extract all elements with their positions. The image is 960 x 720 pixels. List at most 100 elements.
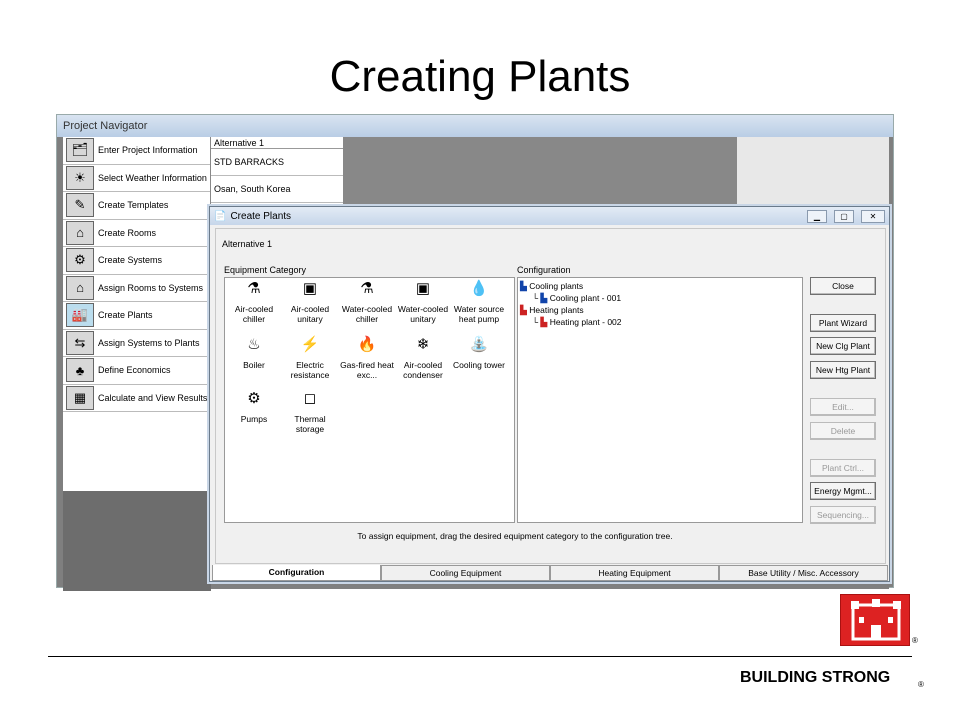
heating-plant-icon: ▙ bbox=[520, 305, 527, 315]
boiler-icon: ♨ bbox=[247, 336, 261, 353]
slide-title: Creating Plants bbox=[329, 52, 631, 101]
equipment-label: Electric resistance bbox=[290, 360, 330, 380]
drag-hint: To assign equipment, drag the desired eq… bbox=[357, 531, 673, 541]
equipment-water-cooled-chiller[interactable]: ⚗ Water-cooled chiller bbox=[338, 280, 396, 324]
footer-tagline: BUILDING STRONG bbox=[740, 669, 891, 686]
nav-item-calculate-results[interactable]: ▦ Calculate and View Results bbox=[63, 385, 210, 412]
configuration-tree: ▙ Cooling plants └ ▙ Cooling plant - 001… bbox=[517, 277, 803, 523]
equipment-air-cooled-chiller[interactable]: ⚗ Air-cooled chiller bbox=[225, 280, 283, 324]
tree-node-heating-plant-002[interactable]: └ ▙ Heating plant - 002 bbox=[520, 316, 802, 328]
nav-item-create-systems[interactable]: ⚙ Create Systems bbox=[63, 247, 210, 275]
cooling-plant-icon: ▙ bbox=[520, 281, 527, 291]
nav-item-define-economics[interactable]: ♣ Define Economics bbox=[63, 357, 210, 385]
plant-ctrl-button[interactable]: Plant Ctrl... bbox=[810, 459, 876, 477]
tree-icon: ♣ bbox=[66, 358, 94, 383]
plant-wizard-button[interactable]: Plant Wizard bbox=[810, 314, 876, 332]
castle-logo bbox=[840, 594, 910, 646]
navigator-right-area bbox=[737, 137, 889, 205]
registered-mark: ® bbox=[912, 636, 918, 645]
nav-item-select-weather[interactable]: ☀ Select Weather Information bbox=[63, 165, 210, 192]
alternative-header: Alternative 1 bbox=[211, 137, 343, 149]
equipment-boiler[interactable]: ♨ Boiler bbox=[225, 336, 283, 370]
water-cooled-unitary-icon: ▣ bbox=[415, 280, 431, 297]
condenser-icon: ❄ bbox=[416, 336, 430, 353]
configuration-label: Configuration bbox=[517, 265, 571, 275]
equipment-pumps[interactable]: ⚙ Pumps bbox=[225, 390, 283, 424]
pump-icon: ⚙ bbox=[247, 390, 261, 407]
weather-icon: ☀ bbox=[66, 165, 94, 190]
electric-icon: ⚡ bbox=[300, 336, 320, 353]
tab-configuration[interactable]: Configuration bbox=[212, 565, 381, 581]
new-clg-plant-button[interactable]: New Clg Plant bbox=[810, 337, 876, 355]
edit-button[interactable]: Edit... bbox=[810, 398, 876, 416]
tab-base-utility[interactable]: Base Utility / Misc. Accessory bbox=[719, 565, 888, 581]
project-navigator-title: Project Navigator bbox=[57, 115, 893, 137]
equipment-label: Air-cooled condenser bbox=[403, 360, 443, 380]
equipment-label: Cooling tower bbox=[453, 360, 505, 370]
nav-item-label: Assign Systems to Plants bbox=[98, 337, 200, 348]
alternative-weather-value[interactable]: Osan, South Korea bbox=[211, 176, 343, 203]
tree-node-cooling-plants[interactable]: ▙ Cooling plants bbox=[520, 280, 802, 292]
tree-label: Cooling plant - 001 bbox=[549, 293, 622, 303]
equipment-cooling-tower[interactable]: ⛲ Cooling tower bbox=[450, 336, 508, 370]
equipment-water-cooled-unitary[interactable]: ▣ Water-cooled unitary bbox=[394, 280, 452, 324]
nav-item-label: Enter Project Information bbox=[98, 145, 198, 156]
folder-icon: 🗂 bbox=[66, 138, 94, 163]
dialog-titlebar: 📄 Create Plants ▁ ▢ ✕ bbox=[210, 207, 889, 225]
nav-item-create-rooms[interactable]: ⌂ Create Rooms bbox=[63, 220, 210, 247]
nav-item-create-templates[interactable]: ✎ Create Templates bbox=[63, 192, 210, 220]
close-button[interactable]: Close bbox=[810, 277, 876, 295]
navigator-empty-area bbox=[343, 137, 737, 205]
water-cooled-chiller-icon: ⚗ bbox=[360, 280, 374, 297]
footer-divider bbox=[48, 656, 912, 657]
energy-mgmt-button[interactable]: Energy Mgmt... bbox=[810, 482, 876, 500]
tab-heating-equipment[interactable]: Heating Equipment bbox=[550, 565, 719, 581]
equipment-label: Gas-fired heat exc... bbox=[340, 360, 394, 380]
equipment-air-cooled-condenser[interactable]: ❄ Air-cooled condenser bbox=[394, 336, 452, 380]
new-htg-plant-button[interactable]: New Htg Plant bbox=[810, 361, 876, 379]
factory-icon: 🏭 bbox=[66, 303, 94, 328]
heat-pump-icon: 💧 bbox=[469, 280, 489, 297]
equipment-label: Air-cooled chiller bbox=[234, 304, 274, 324]
equipment-label: Pumps bbox=[240, 414, 268, 424]
air-cooled-unitary-icon: ▣ bbox=[302, 280, 318, 297]
sequencing-button[interactable]: Sequencing... bbox=[810, 506, 876, 524]
air-cooled-chiller-icon: ⚗ bbox=[247, 280, 261, 297]
nav-item-label: Create Systems bbox=[98, 255, 163, 266]
dialog-icon: 📄 bbox=[214, 210, 227, 222]
nav-item-assign-systems[interactable]: ⇆ Assign Systems to Plants bbox=[63, 330, 210, 357]
minimize-icon[interactable]: ▁ bbox=[807, 209, 827, 223]
registered-mark: ® bbox=[918, 680, 924, 689]
create-plants-dialog: 📄 Create Plants ▁ ▢ ✕ Alternative 1 Equi… bbox=[209, 206, 890, 582]
maximize-icon[interactable]: ▢ bbox=[834, 209, 854, 223]
nav-item-create-plants[interactable]: 🏭 Create Plants bbox=[63, 302, 210, 330]
equipment-label: Thermal storage bbox=[294, 414, 326, 434]
nav-item-assign-rooms[interactable]: ⌂ Assign Rooms to Systems bbox=[63, 275, 210, 302]
assign-icon: ⇆ bbox=[66, 330, 94, 355]
delete-button[interactable]: Delete bbox=[810, 422, 876, 440]
equipment-electric-resistance[interactable]: ⚡ Electric resistance bbox=[281, 336, 339, 380]
alternative-project-value[interactable]: STD BARRACKS bbox=[211, 149, 343, 176]
tree-label: Cooling plants bbox=[529, 281, 584, 291]
nav-item-enter-project-information[interactable]: 🗂 Enter Project Information bbox=[63, 137, 210, 165]
gas-fired-icon: 🔥 bbox=[357, 336, 377, 353]
equipment-air-cooled-unitary[interactable]: ▣ Air-cooled unitary bbox=[281, 280, 339, 324]
heating-plant-icon: ▙ bbox=[540, 317, 548, 327]
tab-cooling-equipment[interactable]: Cooling Equipment bbox=[381, 565, 550, 581]
house-icon: ⌂ bbox=[66, 220, 94, 245]
alternative-column: Alternative 1 STD BARRACKS Osan, South K… bbox=[211, 137, 343, 217]
tree-node-heating-plants[interactable]: ▙ Heating plants bbox=[520, 304, 802, 316]
nav-item-label: Create Rooms bbox=[98, 227, 157, 238]
equipment-water-source-heat-pump[interactable]: 💧 Water source heat pump bbox=[450, 280, 508, 324]
equipment-thermal-storage[interactable]: ◻ Thermal storage bbox=[281, 391, 339, 434]
nav-item-label: Assign Rooms to Systems bbox=[98, 282, 204, 293]
tree-node-cooling-plant-001[interactable]: └ ▙ Cooling plant - 001 bbox=[520, 292, 802, 304]
equipment-gas-fired[interactable]: 🔥 Gas-fired heat exc... bbox=[338, 336, 396, 380]
alternative-label: Alternative 1 bbox=[222, 239, 273, 249]
close-icon[interactable]: ✕ bbox=[861, 209, 885, 223]
navigator-bottom-area bbox=[63, 491, 211, 591]
cooling-tower-icon: ⛲ bbox=[469, 336, 489, 353]
equipment-label: Water-cooled unitary bbox=[397, 304, 449, 324]
equipment-label: Boiler bbox=[243, 360, 265, 370]
tree-label: Heating plants bbox=[529, 305, 584, 315]
